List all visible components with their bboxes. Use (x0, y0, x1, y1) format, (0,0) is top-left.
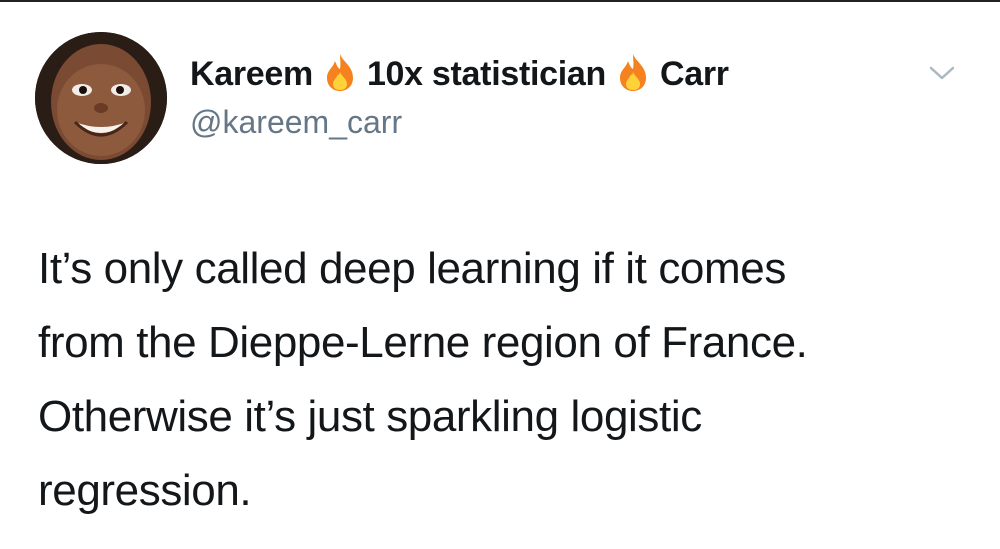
display-name-middle: 10x statistician (366, 54, 606, 93)
display-name[interactable]: Kareem 10x statistician Carr (190, 52, 729, 96)
display-name-first: Kareem (190, 54, 313, 93)
tweet-text-line: regression. (38, 466, 252, 515)
tweet-card: Kareem 10x statistician Carr @kareem_car… (0, 0, 1000, 549)
chevron-down-icon[interactable] (927, 62, 957, 84)
tweet-text: It’s only called deep learning if it com… (38, 232, 978, 528)
top-border (0, 0, 1000, 2)
tweet-text-line: from the Dieppe-Lerne region of France. (38, 318, 808, 367)
fire-icon (616, 52, 650, 92)
avatar[interactable] (35, 32, 167, 164)
tweet-text-line: Otherwise it’s just sparkling logistic (38, 392, 702, 441)
tweet-text-line: It’s only called deep learning if it com… (38, 244, 786, 293)
display-name-last: Carr (659, 54, 729, 93)
fire-icon (323, 52, 357, 92)
user-handle[interactable]: @kareem_carr (190, 104, 402, 141)
